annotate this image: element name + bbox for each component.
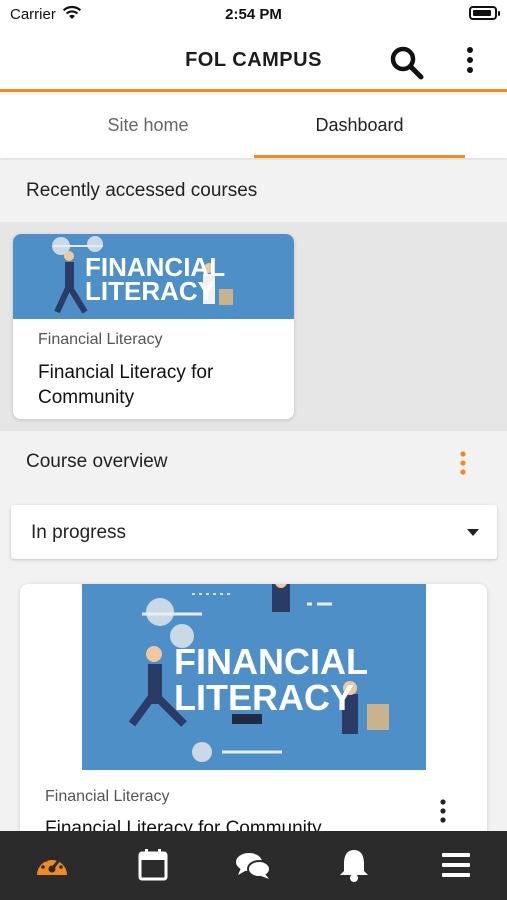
- filter-selected-value: In progress: [31, 522, 127, 543]
- nav-calendar[interactable]: [133, 845, 173, 885]
- menu-icon: [442, 853, 470, 877]
- battery-icon: [469, 6, 500, 20]
- course-name[interactable]: Financial Literacy for Community: [38, 360, 278, 410]
- course-overview-card[interactable]: FINANCIAL LITERACY Financial Literacy Fi…: [20, 584, 487, 844]
- search-button[interactable]: [386, 42, 426, 82]
- active-tab-indicator: [254, 155, 465, 158]
- status-bar: Carrier 2:54 PM: [0, 0, 507, 30]
- nav-notifications[interactable]: [334, 845, 374, 885]
- course-overview-header: Course overview: [0, 431, 507, 495]
- dashboard-gauge-icon: [37, 855, 67, 875]
- chevron-down-icon: [467, 529, 479, 536]
- bottom-navigation: [0, 831, 507, 900]
- nav-more-menu[interactable]: [436, 845, 476, 885]
- image-text-line-1: FINANCIAL: [174, 641, 368, 682]
- section-title-recent: Recently accessed courses: [26, 180, 258, 201]
- course-image: FINANCIAL LITERACY: [13, 234, 294, 319]
- image-text-line-2: LITERACY: [85, 276, 215, 306]
- calendar-icon: [138, 849, 168, 881]
- clock: 2:54 PM: [225, 6, 282, 23]
- recent-course-card[interactable]: FINANCIAL LITERACY Financial Literacy Fi…: [13, 234, 294, 419]
- course-category: Financial Literacy: [38, 331, 163, 348]
- course-category: Financial Literacy: [45, 788, 170, 805]
- course-filter-select[interactable]: In progress: [11, 505, 497, 559]
- course-options-button[interactable]: [432, 798, 454, 828]
- more-vertical-icon: [467, 47, 473, 73]
- nav-messages[interactable]: [233, 845, 273, 885]
- messages-icon: [236, 853, 271, 879]
- more-vertical-icon: [440, 799, 446, 823]
- more-options-button[interactable]: [455, 42, 485, 82]
- recent-courses-header: Recently accessed courses: [0, 160, 507, 222]
- search-icon: [390, 46, 424, 80]
- recent-courses-area: FINANCIAL LITERACY Financial Literacy Fi…: [0, 222, 507, 431]
- course-image: FINANCIAL LITERACY: [82, 584, 426, 770]
- tab-site-home[interactable]: Site home: [42, 95, 254, 158]
- more-vertical-icon: [460, 451, 466, 475]
- nav-dashboard[interactable]: [32, 845, 72, 885]
- section-title-overview: Course overview: [26, 451, 168, 472]
- tab-bar-top: Site home Dashboard: [0, 95, 507, 158]
- bell-icon: [340, 850, 368, 882]
- app-header: FOL CAMPUS: [0, 30, 507, 92]
- page-title: FOL CAMPUS: [185, 49, 322, 71]
- image-text-line-2: LITERACY: [174, 677, 354, 718]
- overview-options-button[interactable]: [452, 449, 474, 479]
- tab-dashboard[interactable]: Dashboard: [254, 95, 465, 158]
